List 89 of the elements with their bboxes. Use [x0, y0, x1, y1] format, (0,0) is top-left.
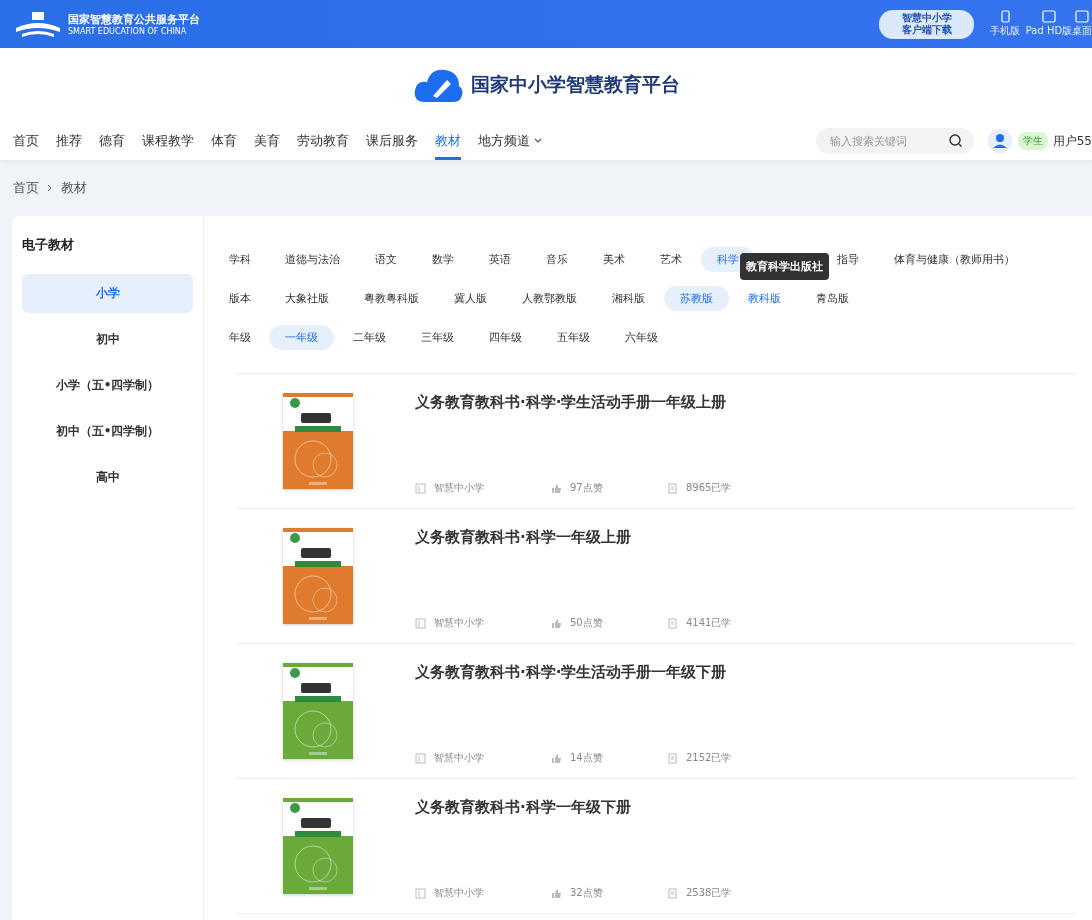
- filter-option[interactable]: 四年级: [473, 325, 538, 350]
- book-title[interactable]: 义务教育教科书·科学一年级上册: [415, 528, 787, 547]
- sidebar-title: 电子教材: [22, 236, 75, 254]
- search-icon[interactable]: [948, 134, 963, 148]
- monitor-icon: [1075, 10, 1089, 24]
- filter-option[interactable]: 教科版: [732, 286, 797, 311]
- thumbs-up-icon: [551, 617, 562, 629]
- filter-option[interactable]: 一年级: [269, 325, 334, 350]
- nav-tab[interactable]: 劳动教育: [297, 122, 349, 160]
- thumbs-up-icon: [551, 752, 562, 764]
- nav-tab[interactable]: 体育: [211, 122, 237, 160]
- like-count: 50点赞: [570, 616, 603, 630]
- filter-option[interactable]: 体育与健康（教师用书）: [878, 247, 1031, 272]
- filter-option[interactable]: 冀人版: [438, 286, 503, 311]
- download-button[interactable]: 智慧中小学客户端下载: [879, 9, 974, 39]
- phone-icon: [1000, 10, 1010, 24]
- learner-count: 2538已学: [686, 886, 732, 900]
- filter-label: 版本: [229, 291, 252, 306]
- logo-icon: [14, 10, 62, 38]
- nav-tab[interactable]: 教材: [435, 122, 461, 160]
- breadcrumb-link[interactable]: 教材: [61, 179, 87, 197]
- book-source: 智慧中小学: [434, 481, 484, 495]
- learner-count: 4141已学: [686, 616, 732, 630]
- brand-name: 国家智慧教育公共服务平台: [68, 12, 200, 27]
- filter-option[interactable]: 人教鄂教版: [506, 286, 593, 311]
- like-count: 32点赞: [570, 886, 603, 900]
- learner-count: 2152已学: [686, 751, 732, 765]
- avatar-icon[interactable]: [987, 129, 1012, 153]
- nav-tab[interactable]: 德育: [99, 122, 125, 160]
- brand-subtitle: SMART EDUCATION OF CHINA: [68, 27, 188, 36]
- filter-option[interactable]: 音乐: [530, 247, 584, 272]
- filter-option[interactable]: 艺术: [644, 247, 698, 272]
- nav-tab[interactable]: 课程教学: [142, 122, 194, 160]
- book-title[interactable]: 义务教育教科书·科学·学生活动手册一年级下册: [415, 663, 787, 682]
- role-tag: 学生: [1017, 132, 1048, 150]
- tablet-icon: [1042, 10, 1056, 24]
- sidebar-item[interactable]: 小学（五•四学制）: [22, 366, 193, 405]
- nav-tab[interactable]: 课后服务: [366, 122, 418, 160]
- document-icon: [667, 752, 678, 764]
- filter-option[interactable]: 六年级: [609, 325, 674, 350]
- filter-option[interactable]: 数学: [416, 247, 470, 272]
- filter-option[interactable]: 苏教版: [664, 286, 729, 311]
- document-icon: [667, 482, 678, 494]
- filter-option[interactable]: 道德与法治: [269, 247, 356, 272]
- user-name[interactable]: 用户55: [1052, 132, 1092, 150]
- document-icon: [667, 617, 678, 629]
- filter-label: 年级: [229, 330, 252, 345]
- learner-count: 8965已学: [686, 481, 732, 495]
- site-title: 国家中小学智慧教育平台: [470, 72, 680, 97]
- device-link[interactable]: 桌面: [1072, 24, 1092, 38]
- document-icon: [667, 887, 678, 899]
- filter-option[interactable]: 湘科版: [596, 286, 661, 311]
- nav-tab[interactable]: 首页: [13, 122, 39, 160]
- like-count: 97点赞: [570, 481, 603, 495]
- device-link[interactable]: 手机版: [990, 24, 1020, 38]
- device-link[interactable]: Pad HD版: [1026, 24, 1072, 38]
- filter-option[interactable]: 二年级: [337, 325, 402, 350]
- thumbs-up-icon: [551, 482, 562, 494]
- filter-option[interactable]: 粤教粤科版: [348, 286, 435, 311]
- like-count: 14点赞: [570, 751, 603, 765]
- thumbs-up-icon: [551, 887, 562, 899]
- book-title[interactable]: 义务教育教科书·科学一年级下册: [415, 798, 787, 817]
- building-icon: [415, 482, 426, 494]
- chevron-right-icon: [47, 184, 53, 192]
- filter-option[interactable]: 英语: [473, 247, 527, 272]
- sidebar-item[interactable]: 高中: [22, 458, 193, 497]
- filter-label: 学科: [229, 252, 252, 267]
- sidebar-item[interactable]: 初中（五•四学制）: [22, 412, 193, 451]
- book-source: 智慧中小学: [434, 751, 484, 765]
- filter-option[interactable]: 语文: [359, 247, 413, 272]
- building-icon: [415, 887, 426, 899]
- sidebar-item[interactable]: 小学: [22, 274, 193, 313]
- sidebar-item[interactable]: 初中: [22, 320, 193, 359]
- building-icon: [415, 752, 426, 764]
- filter-option[interactable]: 三年级: [405, 325, 470, 350]
- nav-tab[interactable]: 推荐: [56, 122, 82, 160]
- building-icon: [415, 617, 426, 629]
- nav-tab[interactable]: 地方频道: [478, 122, 542, 160]
- filter-option[interactable]: 五年级: [541, 325, 606, 350]
- nav-tab[interactable]: 美育: [254, 122, 280, 160]
- filter-option[interactable]: 青岛版: [800, 286, 865, 311]
- book-title[interactable]: 义务教育教科书·科学·学生活动手册一年级上册: [415, 393, 787, 412]
- book-source: 智慧中小学: [434, 886, 484, 900]
- book-source: 智慧中小学: [434, 616, 484, 630]
- breadcrumb-link[interactable]: 首页: [13, 179, 39, 197]
- search-field[interactable]: 输入搜索关键词: [815, 128, 974, 154]
- tooltip: 教育科学出版社: [740, 252, 829, 280]
- filter-option[interactable]: 美术: [587, 247, 641, 272]
- filter-option[interactable]: 大象社版: [269, 286, 345, 311]
